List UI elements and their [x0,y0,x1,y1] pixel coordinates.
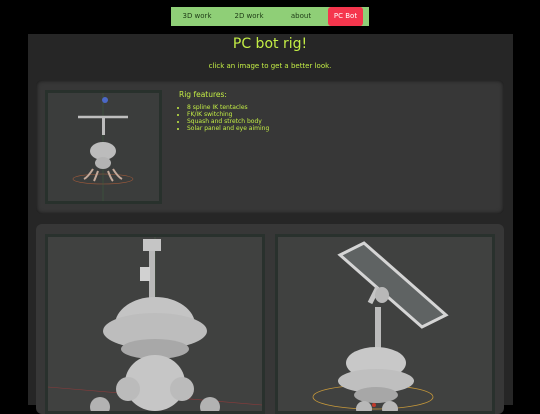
gallery-image-front[interactable] [45,234,265,414]
robot-thumbnail-illustration [48,93,159,201]
rig-thumbnail[interactable] [45,90,162,204]
list-item: 8 spline IK tentacles [187,104,269,111]
list-item: Solar panel and eye aiming [187,125,269,132]
features-heading: Rig features: [179,90,227,99]
page-subtitle: click an image to get a better look. [208,62,332,70]
robot-front-illustration [48,237,262,411]
top-nav: 3D work 2D work about PC Bot [171,7,369,26]
robot-side-illustration [278,237,492,411]
nav-about[interactable]: about [275,7,327,26]
nav-2d-work[interactable]: 2D work [223,7,275,26]
list-item: FK/IK switching [187,111,269,118]
page-title: PC bot rig! [232,36,308,52]
list-item: Squash and stretch body [187,118,269,125]
gallery-image-side[interactable] [275,234,495,414]
nav-pc-bot[interactable]: PC Bot [328,7,363,26]
features-list: 8 spline IK tentacles FK/IK switching Sq… [179,104,269,132]
rig-features: Rig features: 8 spline IK tentacles FK/I… [179,90,269,132]
nav-3d-work[interactable]: 3D work [171,7,223,26]
